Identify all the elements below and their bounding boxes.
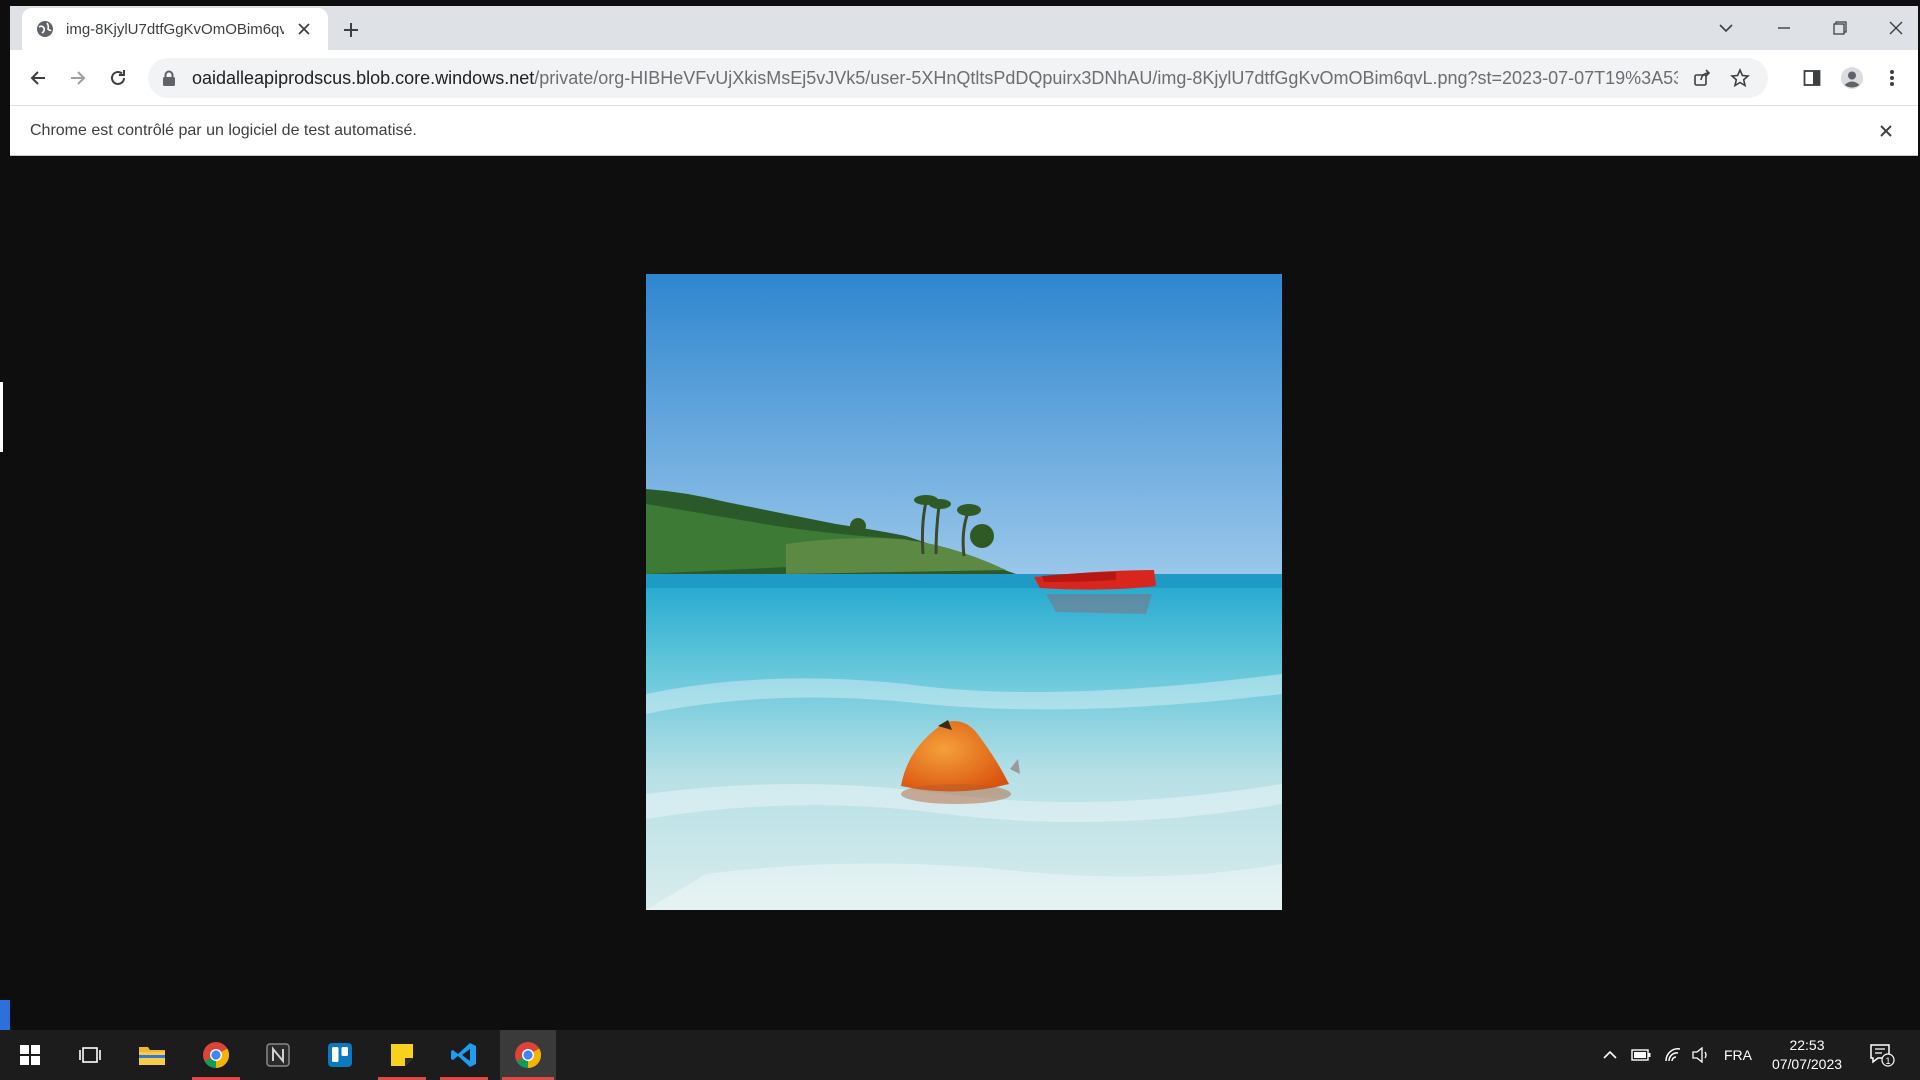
profile-avatar-icon[interactable] <box>1838 64 1866 92</box>
bookmark-star-icon[interactable] <box>1726 64 1754 92</box>
address-bar[interactable]: oaidalleapiprodscus.blob.core.windows.ne… <box>148 58 1768 98</box>
volume-icon[interactable] <box>1688 1030 1714 1080</box>
infobar-close-icon[interactable] <box>1874 119 1898 143</box>
url-host: oaidalleapiprodscus.blob.core.windows.ne… <box>192 67 535 88</box>
chrome-window: img-8KjylU7dtfGgKvOmOBim6qvL.png <box>10 6 1918 1030</box>
notion-icon[interactable] <box>252 1030 304 1080</box>
tab-close-icon[interactable] <box>294 19 314 39</box>
browser-toolbar: oaidalleapiprodscus.blob.core.windows.ne… <box>10 50 1918 106</box>
windows-taskbar: FRA 22:53 07/07/2023 1 <box>0 1030 1920 1080</box>
desktop: img-8KjylU7dtfGgKvOmOBim6qvL.png <box>0 0 1920 1080</box>
desktop-edge-marker <box>0 382 3 452</box>
language-indicator[interactable]: FRA <box>1718 1030 1758 1080</box>
side-panel-icon[interactable] <box>1798 64 1826 92</box>
beach-image[interactable] <box>646 274 1282 910</box>
url-text[interactable]: oaidalleapiprodscus.blob.core.windows.ne… <box>192 68 1678 89</box>
trello-icon[interactable] <box>314 1030 366 1080</box>
vscode-icon[interactable] <box>438 1030 490 1080</box>
forward-button[interactable] <box>64 64 92 92</box>
minimize-button[interactable] <box>1768 14 1800 42</box>
back-button[interactable] <box>24 64 52 92</box>
chrome-icon[interactable] <box>190 1030 242 1080</box>
tab-strip: img-8KjylU7dtfGgKvOmOBim6qvL.png <box>10 6 1918 50</box>
clock-time: 22:53 <box>1789 1037 1825 1053</box>
battery-icon[interactable] <box>1628 1030 1654 1080</box>
infobar-message: Chrome est contrôlé par un logiciel de t… <box>30 121 417 139</box>
menu-kebab-icon[interactable] <box>1878 64 1906 92</box>
automation-infobar: Chrome est contrôlé par un logiciel de t… <box>10 106 1918 156</box>
url-path: /private/org-HIBHeVFvUjXkisMsEj5vJVk5/us… <box>534 67 1678 88</box>
language-label: FRA <box>1724 1047 1752 1063</box>
new-tab-button[interactable] <box>338 17 364 43</box>
notification-count: 1 <box>1885 1056 1890 1066</box>
close-window-button[interactable] <box>1880 14 1912 42</box>
desktop-edge-accent <box>0 1000 10 1030</box>
lock-icon[interactable] <box>162 70 178 86</box>
windows-start-icon[interactable] <box>4 1030 56 1080</box>
restore-button[interactable] <box>1824 14 1856 42</box>
share-icon[interactable] <box>1688 64 1716 92</box>
show-hidden-icons-icon[interactable] <box>1598 1030 1622 1080</box>
browser-tab[interactable]: img-8KjylU7dtfGgKvOmOBim6qvL.png <box>22 8 328 50</box>
network-wifi-icon[interactable] <box>1660 1030 1686 1080</box>
chrome-icon[interactable] <box>500 1030 556 1080</box>
globe-icon <box>36 20 54 38</box>
sticky-notes-icon[interactable] <box>376 1030 428 1080</box>
reload-button[interactable] <box>104 64 132 92</box>
clock-date: 07/07/2023 <box>1771 1056 1843 1072</box>
tab-search-icon[interactable] <box>1710 14 1742 42</box>
task-view-icon[interactable] <box>64 1030 116 1080</box>
file-explorer-icon[interactable] <box>126 1030 178 1080</box>
tab-title: img-8KjylU7dtfGgKvOmOBim6qvL.png <box>66 20 284 38</box>
notification-center-icon[interactable]: 1 <box>1862 1030 1902 1080</box>
page-viewport <box>10 157 1918 1030</box>
taskbar-clock[interactable]: 22:53 07/07/2023 <box>1764 1036 1850 1074</box>
